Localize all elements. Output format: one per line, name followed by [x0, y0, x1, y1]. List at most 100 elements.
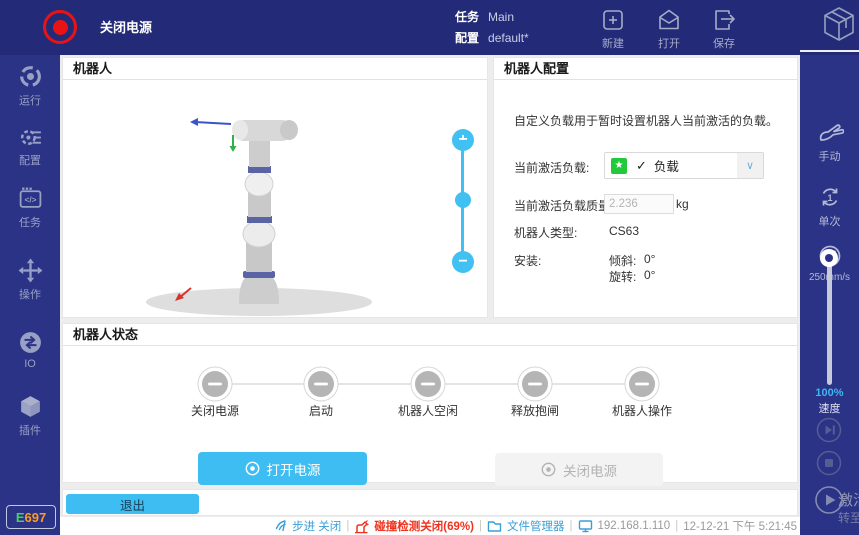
stop-icon — [816, 450, 842, 476]
active-payload-value: 负载 — [654, 156, 679, 175]
sidebar-item-task[interactable]: </> 任务 — [0, 186, 60, 230]
power-state-label: 关闭电源 — [100, 0, 152, 55]
sidebar-item-io[interactable]: IO — [0, 330, 60, 370]
active-payload-dropdown[interactable]: ★ ✓ 负载 ∨ — [604, 152, 764, 179]
step-forward-button[interactable] — [816, 417, 842, 448]
robot-3d-view — [63, 80, 487, 319]
statusbar-separator: | — [675, 520, 678, 532]
status-stepper — [63, 344, 797, 444]
view-zoom-handle[interactable] — [455, 192, 471, 208]
svg-text:1: 1 — [827, 193, 832, 203]
sidebar-item-config[interactable]: 配置 — [0, 124, 60, 168]
cycle-single-button[interactable]: 1 单次 — [800, 184, 859, 229]
open-envelope-icon — [656, 7, 682, 33]
status-panel-title: 机器人状态 — [63, 324, 797, 346]
hand-icon — [816, 121, 844, 145]
brand-cube-logo-icon — [820, 5, 858, 52]
step-label: 释放抱闸 — [511, 402, 559, 419]
io-circle-arrows-icon — [18, 330, 43, 355]
left-sidebar: 运行 配置 </> 任务 — [0, 55, 60, 535]
power-on-button[interactable]: 打开电源 — [198, 452, 367, 485]
exit-button-label: 退出 — [120, 495, 145, 514]
step-label: 关闭电源 — [191, 402, 239, 419]
save-button-label: 保存 — [713, 35, 735, 51]
payload-tag-icon: ★ — [611, 158, 627, 174]
move-arrows-icon — [18, 258, 43, 283]
sidebar-item-run[interactable]: 运行 — [0, 64, 60, 108]
robot-config-panel: 机器人配置 自定义负载用于暂时设置机器人当前激活的负载。 当前激活负载: ★ ✓… — [493, 57, 798, 318]
new-task-button[interactable]: 新建 — [590, 7, 636, 51]
config-value: default* — [488, 28, 529, 49]
sidebar-item-plugin[interactable]: 插件 — [0, 394, 60, 438]
stop-button[interactable] — [816, 450, 842, 481]
single-cycle-icon: 1 — [817, 184, 843, 210]
skip-forward-icon — [816, 417, 842, 443]
sidebar-item-label: 配置 — [19, 152, 41, 168]
file-manager-icon — [487, 519, 502, 533]
payload-mass-unit: kg — [676, 197, 689, 211]
error-code-number: 697 — [24, 510, 46, 525]
active-payload-label: 当前激活负载: — [514, 159, 589, 176]
code-window-icon: </> — [18, 186, 43, 211]
error-code-prefix: E — [16, 510, 25, 525]
mount-tilt-value: 0° — [644, 252, 655, 266]
top-bar: 关闭电源 任务 Main 配置 default* 新建 — [0, 0, 859, 55]
step-label: 启动 — [309, 402, 333, 419]
topbar-right-separator — [800, 50, 859, 52]
mount-label: 安装: — [514, 252, 541, 269]
speed-label: 速度 — [800, 400, 859, 416]
save-icon — [711, 7, 737, 33]
power-status-button[interactable] — [43, 10, 77, 44]
statusbar-separator: | — [479, 520, 482, 532]
power-circle-icon — [541, 462, 556, 477]
exit-row: 退出 — [62, 489, 798, 516]
task-value: Main — [488, 7, 514, 28]
open-task-button[interactable]: 打开 — [646, 7, 692, 51]
power-on-label: 打开电源 — [267, 459, 321, 479]
task-config-meta: 任务 Main 配置 default* — [455, 7, 529, 49]
task-label: 任务 — [455, 7, 479, 28]
robot-panel-title: 机器人 — [63, 58, 487, 80]
power-off-button[interactable]: 关闭电源 — [495, 453, 663, 486]
step-circle — [411, 367, 445, 401]
robot-view-panel: 机器人 + − — [62, 57, 488, 318]
payload-mass-input[interactable] — [604, 194, 674, 214]
zoom-out-button[interactable]: − — [452, 251, 474, 273]
step-circle — [518, 367, 552, 401]
new-file-icon — [600, 7, 626, 33]
run-icon — [18, 64, 43, 89]
exit-button[interactable]: 退出 — [66, 494, 199, 514]
teach-pendant-screen: 关闭电源 任务 Main 配置 default* 新建 — [0, 0, 859, 535]
mount-rotate-label: 旋转: — [609, 268, 636, 285]
step-label: 机器人空闲 — [398, 402, 458, 419]
robot-type-value: CS63 — [609, 224, 639, 238]
collision-icon — [354, 519, 369, 534]
sidebar-item-label: 运行 — [19, 92, 41, 108]
statusbar-separator: | — [346, 520, 349, 532]
goto-overlay-label: 转至 — [838, 509, 859, 526]
sidebar-item-operate[interactable]: 操作 — [0, 258, 60, 302]
step-circle — [625, 367, 659, 401]
payload-mass-label: 当前激活负载质量: — [514, 197, 613, 214]
step-circle — [198, 367, 232, 401]
ip-address: 192.168.1.110 — [598, 520, 671, 532]
sidebar-item-label: 任务 — [19, 214, 41, 230]
robot-status-panel: 机器人状态 — [62, 323, 798, 483]
step-mode-status[interactable]: 步进 关闭 — [292, 518, 341, 534]
save-task-button[interactable]: 保存 — [701, 7, 747, 51]
file-manager-link[interactable]: 文件管理器 — [507, 518, 565, 534]
mode-manual-label: 手动 — [819, 148, 841, 164]
chevron-down-icon: ∨ — [737, 153, 763, 178]
speed-slider-handle[interactable] — [820, 249, 838, 267]
collision-status[interactable]: 碰撞检测关闭(69%) — [374, 518, 474, 534]
mount-tilt-label: 倾斜: — [609, 252, 636, 269]
robot-type-label: 机器人类型: — [514, 224, 577, 241]
speed-slider-track[interactable] — [827, 258, 832, 385]
bottom-status-bar: 步进 关闭 | 碰撞检测关闭(69%) | 文件管理器 | 192.168.1.… — [60, 517, 800, 535]
mode-manual-button[interactable]: 手动 — [800, 121, 859, 164]
speed-percent-value: 100% — [800, 387, 859, 399]
sidebar-item-label: 操作 — [19, 286, 41, 302]
config-panel-title: 机器人配置 — [494, 58, 797, 80]
sidebar-item-label: IO — [24, 358, 36, 370]
error-code-badge[interactable]: E697 — [6, 505, 56, 529]
